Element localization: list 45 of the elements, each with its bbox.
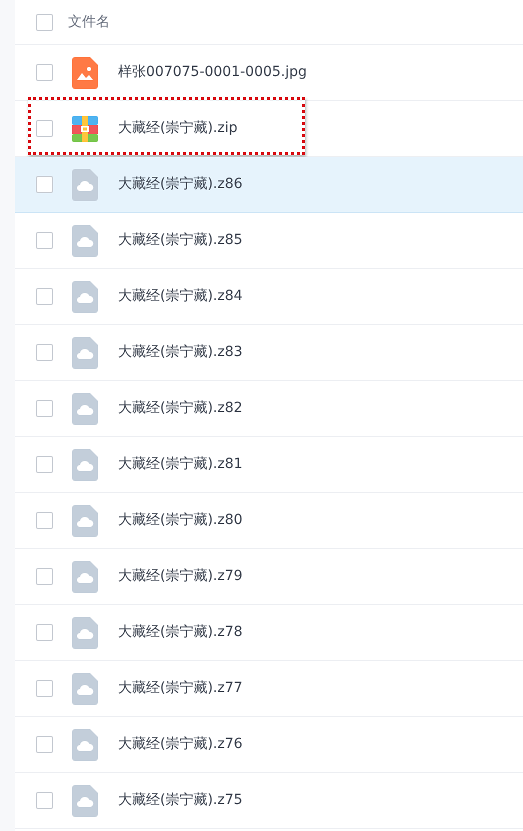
column-header: 文件名 xyxy=(68,12,110,32)
checkbox[interactable] xyxy=(36,680,53,697)
file-name[interactable]: 样张007075-0001-0005.jpg xyxy=(118,62,307,83)
file-name[interactable]: 大藏经(崇宁藏).z78 xyxy=(118,622,243,643)
cloud-file-icon xyxy=(72,784,98,816)
cloud-file-icon xyxy=(72,280,98,312)
file-name[interactable]: 大藏经(崇宁藏).z76 xyxy=(118,734,243,755)
checkbox[interactable] xyxy=(36,232,53,249)
cloud-file-icon xyxy=(72,336,98,368)
cloud-file-icon xyxy=(72,448,98,480)
checkbox[interactable] xyxy=(36,344,53,361)
checkbox[interactable] xyxy=(36,120,53,137)
checkbox[interactable] xyxy=(36,456,53,473)
file-name[interactable]: 大藏经(崇宁藏).z81 xyxy=(118,454,243,475)
file-row[interactable]: 大藏经(崇宁藏).z86 xyxy=(15,157,523,213)
checkbox[interactable] xyxy=(36,736,53,753)
checkbox[interactable] xyxy=(36,288,53,305)
cloud-file-icon xyxy=(72,504,98,536)
file-name[interactable]: 大藏经(崇宁藏).z86 xyxy=(118,174,243,195)
cloud-file-icon xyxy=(72,560,98,592)
archive-file-icon xyxy=(72,116,98,142)
checkbox[interactable] xyxy=(36,512,53,529)
cloud-file-icon xyxy=(72,168,98,200)
checkbox[interactable] xyxy=(36,792,53,809)
checkbox[interactable] xyxy=(36,14,53,30)
file-name[interactable]: 大藏经(崇宁藏).z75 xyxy=(118,790,243,811)
checkbox[interactable] xyxy=(36,400,53,417)
file-name[interactable]: 大藏经(崇宁藏).z80 xyxy=(118,510,243,531)
file-name[interactable]: 大藏经(崇宁藏).z85 xyxy=(118,230,243,251)
file-name[interactable]: 大藏经(崇宁藏).z84 xyxy=(118,286,243,307)
file-name[interactable]: 大藏经(崇宁藏).z82 xyxy=(118,398,243,419)
cloud-file-icon xyxy=(72,672,98,704)
checkbox[interactable] xyxy=(36,568,53,585)
checkbox[interactable] xyxy=(36,176,53,193)
cloud-file-icon xyxy=(72,392,98,424)
file-name[interactable]: 大藏经(崇宁藏).z79 xyxy=(118,566,243,587)
file-name[interactable]: 大藏经(崇宁藏).zip xyxy=(118,118,238,139)
file-name[interactable]: 大藏经(崇宁藏).z77 xyxy=(118,678,243,699)
cloud-file-icon xyxy=(72,224,98,256)
checkbox[interactable] xyxy=(36,624,53,641)
image-file-icon xyxy=(72,56,98,88)
cloud-file-icon xyxy=(72,616,98,648)
file-name[interactable]: 大藏经(崇宁藏).z83 xyxy=(118,342,243,363)
checkbox[interactable] xyxy=(36,64,53,81)
cloud-file-icon xyxy=(72,728,98,760)
